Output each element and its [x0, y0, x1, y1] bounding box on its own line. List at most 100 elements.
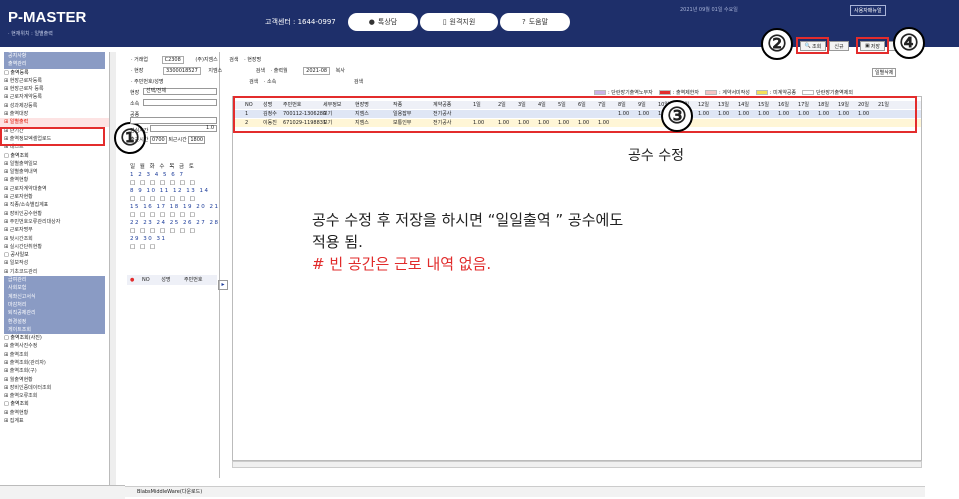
chat-button[interactable]: ● 톡상담 — [348, 13, 418, 31]
sidebar-item[interactable]: ⊞ 근로자계약등록 — [0, 93, 109, 101]
sidebar-item[interactable]: □ 출역조회 — [0, 400, 109, 408]
legend-swatch — [594, 90, 606, 95]
call-center: 고객센터 : 1644-0997 — [265, 18, 336, 26]
sidebar-item[interactable]: ⊞ 근로자현황 — [0, 193, 109, 201]
sidebar-item[interactable]: ⊞ 집계표 — [0, 417, 109, 425]
org-search-button[interactable]: 검색 — [354, 79, 363, 85]
time-out-field[interactable]: 1800 — [188, 136, 206, 144]
sidebar-item[interactable]: ⊞ 출역조회(구) — [0, 367, 109, 375]
sidebar-item[interactable]: ⊞ 출역현황 — [0, 409, 109, 417]
footer-download[interactable]: BlabsMiddleWare(다운로드) — [125, 486, 925, 497]
lunch-field[interactable]: 1.0 — [150, 125, 217, 132]
sidebar-item[interactable]: 퇴직공제관리 — [4, 309, 105, 318]
calendar-week-4[interactable]: 22 23 24 25 26 27 28 — [130, 219, 220, 227]
site-search-button[interactable]: 검색 — [256, 68, 265, 74]
sidebar-item[interactable]: ⊞ 일별출역일보 — [0, 160, 109, 168]
instruction-line-1: 공수 수정 후 저장을 하시면 “일일출역 ” 공수에도 — [312, 211, 624, 229]
callout-3: ③ — [661, 100, 693, 132]
org-label: 소속 — [130, 101, 140, 107]
sidebar-item[interactable]: 급여관리 — [4, 276, 105, 285]
sidebar-item[interactable]: ⊞ 직종/소속별집계표 — [0, 201, 109, 209]
sidebar-item[interactable]: 계좌신고서식 — [4, 292, 105, 301]
sidebar-menu: 공지사항 출역관리 □ 출역등록 ⊞ 현장근로자등록 ⊞ 현장근로자 등록 ⊞ 근로자계약… — [0, 52, 110, 485]
legend-swatch — [658, 90, 671, 95]
menu-highlight — [0, 127, 105, 146]
sidebar-item[interactable]: □ 출역등록 — [0, 69, 109, 77]
sidebar-item[interactable]: ⊞ 근로자명부 — [0, 226, 109, 234]
org-select[interactable] — [143, 99, 217, 106]
sidebar-item[interactable]: 마감처리 — [4, 300, 105, 310]
new-button[interactable]: 신규 — [829, 41, 849, 51]
sidebar-item[interactable]: ⊞ 성과제강등록 — [0, 102, 109, 110]
time-in-field[interactable]: 0700 — [150, 136, 167, 144]
month-input[interactable]: 2021-08 — [303, 67, 331, 75]
daily-delete-button[interactable]: 일별삭제 — [872, 68, 897, 77]
manual-link[interactable]: 사용자매뉴얼 — [850, 5, 886, 16]
calendar-week-1[interactable]: 1 2 3 4 5 6 7 — [130, 171, 220, 179]
calendar-checks[interactable]: □ □ □ □ □ □ □ — [130, 195, 220, 203]
sidebar-item[interactable]: ⊞ 출역오류조회 — [0, 392, 109, 400]
sidebar-item[interactable]: ⊞ 기초코드관리 — [0, 268, 109, 276]
sidebar-item[interactable]: ⊞ 일별출역내역 — [0, 168, 109, 176]
calendar: 일 월 화 수 목 금 토 1 2 3 4 5 6 7 □ □ □ □ □ □ … — [130, 163, 220, 251]
sidebar-item[interactable]: ⊞ 현장근로자 등록 — [0, 85, 109, 93]
calendar-week-3[interactable]: 15 16 17 18 19 20 21 — [130, 203, 220, 211]
sidebar-scrollbar[interactable] — [110, 52, 116, 485]
sidebar-item[interactable]: 출역관리 — [4, 60, 105, 69]
copy-button[interactable]: 복사 — [336, 68, 345, 74]
grid-highlight — [233, 96, 917, 133]
sidebar-item[interactable]: ⊞ 일별출력 — [0, 118, 109, 127]
legend-swatch — [755, 90, 768, 95]
worker-search-button[interactable]: 검색 — [249, 79, 258, 85]
sidebar-item[interactable]: ⊞ 장비인공수현황 — [0, 210, 109, 218]
instruction-line-3: # 빈 공간은 근로 내역 없음. — [312, 255, 492, 273]
sidebar-item[interactable]: ⊞ 실시간단취현황 — [0, 243, 109, 251]
grid-scrollbar[interactable] — [232, 461, 922, 468]
calendar-week-2[interactable]: 8 9 10 11 12 13 14 — [130, 187, 220, 195]
help-icon: ? — [521, 18, 526, 26]
move-right-button[interactable]: ▸ — [218, 280, 228, 290]
search-highlight — [796, 37, 829, 54]
calendar-week-5[interactable]: 29 30 31 — [130, 235, 220, 243]
sidebar-item[interactable]: ⊞ 장비인증데이터조회 — [0, 384, 109, 392]
sidebar-item[interactable]: ⊞ 출역조회 — [0, 351, 109, 359]
sidebar-item[interactable]: ⊞ 일보작성 — [0, 259, 109, 267]
sidebar-item[interactable]: □ 공사일보 — [0, 251, 109, 259]
sidebar-item[interactable]: ⊞ 주민번호오류관리대상자 — [0, 218, 109, 226]
sidebar-item[interactable]: ⊞ 출역현황 — [0, 176, 109, 184]
calendar-checks[interactable]: □ □ □ □ □ □ □ — [130, 227, 220, 235]
legend-swatch — [704, 90, 717, 95]
remote-support-button[interactable]: ▯ 원격지원 — [420, 13, 498, 31]
legend: : 단란장기출역노무자: 출역제한자: 계약서미작성: 미계약공종 단란장기출역제… — [588, 89, 853, 96]
sidebar-item[interactable]: □ 출역조회 — [0, 152, 109, 160]
callout-2: ② — [761, 28, 793, 60]
instruction-line-2: 적용 됨. — [312, 233, 363, 251]
calendar-checks[interactable]: □ □ □ □ □ □ □ — [130, 179, 220, 187]
calendar-checks[interactable]: □ □ □ — [130, 243, 220, 251]
sidebar-item[interactable]: ⊞ 근로자계약대출역 — [0, 185, 109, 193]
sidebar-item[interactable]: ⊞ 텃시간조회 — [0, 235, 109, 243]
status-dot-icon: ● — [130, 277, 135, 283]
sidebar-item[interactable]: □ 출역조회(사진) — [0, 334, 109, 342]
calendar-checks[interactable]: □ □ □ □ □ □ □ — [130, 211, 220, 219]
type-select[interactable] — [130, 117, 217, 124]
vendor-code-input[interactable]: C2308 — [161, 56, 184, 64]
sidebar-item[interactable]: 사회보험 — [4, 284, 105, 293]
site-code-input[interactable]: 3300018527 — [162, 67, 201, 75]
save-highlight — [856, 37, 889, 54]
site-label: 현장 — [130, 90, 140, 96]
site-name: 지엠스 — [208, 68, 223, 74]
sidebar-item[interactable]: 공지사항 — [4, 52, 105, 61]
work-time: 출근시간 0700 퇴근시간 1800 — [130, 136, 206, 144]
sidebar-item[interactable]: 환경설정 — [4, 317, 105, 326]
sidebar-item[interactable]: ⊞ 출역사진수정 — [0, 342, 109, 350]
sidebar-item[interactable]: ⊞ 출역대장 — [0, 110, 109, 118]
help-button[interactable]: ? 도움말 — [500, 13, 570, 31]
sidebar-item[interactable]: 게이트조회 — [4, 325, 105, 335]
sidebar-item[interactable]: ⊞ 출역조회(관리자) — [0, 359, 109, 367]
lunch-label: 점심시간 — [130, 128, 149, 134]
sidebar-item[interactable]: ⊞ 월출역현황 — [0, 376, 109, 384]
calendar-weekdays: 일 월 화 수 목 금 토 — [130, 164, 196, 170]
sidebar-item[interactable]: ⊞ 현장근로자등록 — [0, 77, 109, 85]
vendor-search-button[interactable]: 검색 — [229, 57, 238, 63]
